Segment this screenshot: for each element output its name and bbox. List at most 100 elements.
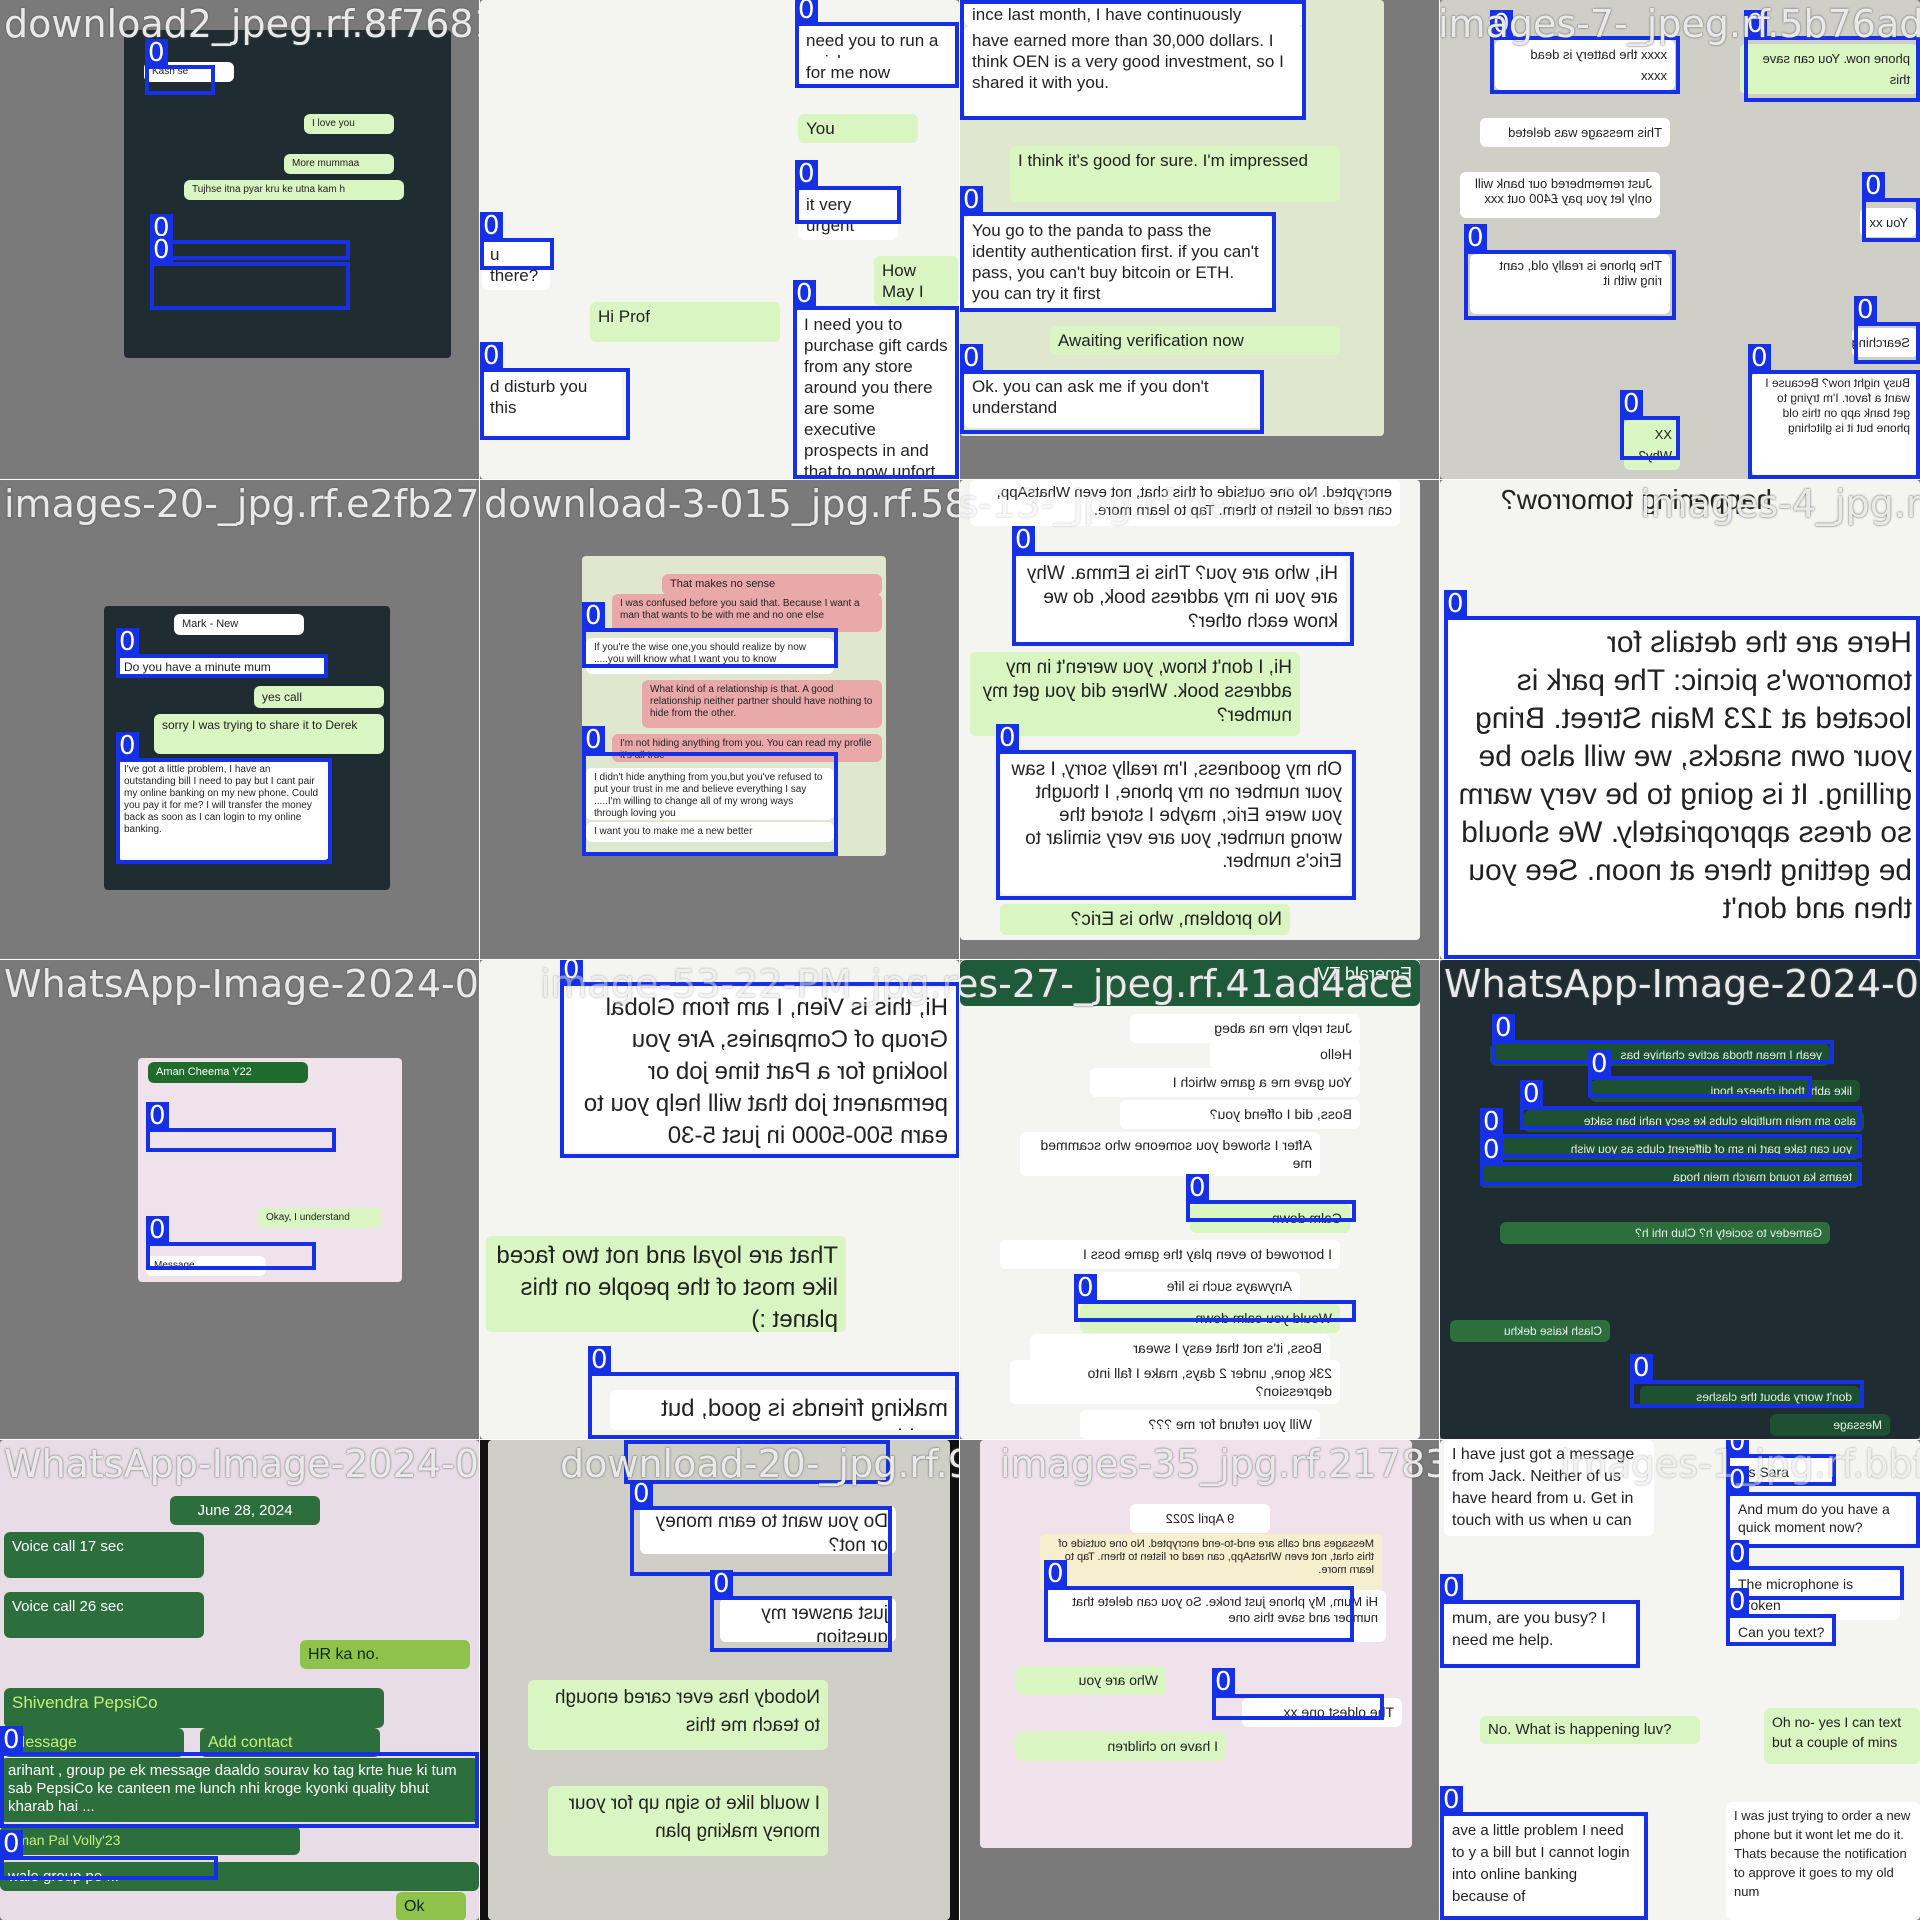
tile-filename: images-1_jpg.rf.bbf1696 xyxy=(1560,1442,1920,1486)
chat-bubble: How May I xyxy=(874,256,958,306)
chat-bubble: I would like to sign up for your money m… xyxy=(548,1786,828,1856)
mosaic-tile: encrypted. No one outside of this chat, … xyxy=(959,479,1440,960)
chat-bubble: Oh no- yes I can text but a couple of mi… xyxy=(1764,1708,1920,1764)
chat-bubble: Ok xyxy=(396,1892,466,1920)
chat-bubble: I was confused before you said that. Bec… xyxy=(612,594,882,632)
chat-bubble: More mummaa xyxy=(284,154,394,174)
chat-bubble: I love you xyxy=(304,114,394,134)
tile-filename: images-7-_jpeg.rf.5b76adf0e067680 xyxy=(1440,2,1920,46)
mosaic-tile: Do you want to earn money or not? just a… xyxy=(479,1439,960,1920)
tile-filename: image-53-22-PM_jpg.rf.52e80f92 xyxy=(540,962,959,1006)
detection-box: 0 xyxy=(793,280,959,479)
chat-screenshot: June 28, 2024 Voice call 17 sec Voice ca… xyxy=(0,1440,479,1920)
chat-bubble: Boss, it's not that easy I swear xyxy=(1030,1334,1330,1363)
detection-box: 0 xyxy=(1492,1014,1834,1064)
detection-box: 0 xyxy=(1044,1560,1354,1642)
tile-filename: WhatsApp-Image-2024-07-0 xyxy=(1444,962,1920,1006)
detection-box: 0 xyxy=(1726,1588,1836,1646)
mosaic-tile: need you to run a quick for me now You i… xyxy=(479,0,960,480)
chat-bubble: Messages and calls are end-to-end encryp… xyxy=(1040,1534,1382,1592)
detection-box: 0 xyxy=(960,0,1306,120)
chat-bubble: Just remembered our bank will only let y… xyxy=(1460,172,1660,218)
tile-filename: download-3-015_jpg.rf.58bbee2 xyxy=(484,482,959,526)
tile-filename: WhatsApp-Image-2024-07-0 xyxy=(4,962,479,1006)
mosaic-tile: xxxx the battery is dead xxxx phone now.… xyxy=(1439,0,1920,480)
detection-box: 0 xyxy=(150,214,350,260)
chat-bubble: Nobody has ever cared enough to teach me… xyxy=(528,1680,828,1750)
detection-box: 0 xyxy=(588,1346,959,1439)
chat-bubble: Hi, I don't know, you weren't in my addr… xyxy=(970,652,1300,736)
chat-bubble: Who are you xyxy=(1016,1666,1166,1695)
detection-box: 0 xyxy=(1480,1136,1862,1186)
detection-box: 0 xyxy=(582,602,838,668)
detection-box: 0 xyxy=(146,1216,316,1270)
detection-box: 0 xyxy=(1520,1080,1862,1130)
chat-bubble: Shivendra PepsiCo xyxy=(4,1688,384,1728)
mosaic-tile: download2_jpeg.rf.8f768108f Kash se I lo… xyxy=(0,0,480,480)
detection-box: 0 xyxy=(710,1570,892,1652)
detection-box: 0 xyxy=(582,726,838,856)
detection-box: 0 xyxy=(1212,1668,1384,1720)
chat-bubble: Will you refund for me ??? xyxy=(1080,1410,1320,1439)
detection-box: 0 xyxy=(1012,526,1354,646)
detection-box: 0 xyxy=(1440,1574,1640,1668)
chat-bubble: I borrowed to even play the game boss I xyxy=(1000,1240,1340,1269)
detection-box: 0 xyxy=(116,628,328,678)
detection-box: 0 xyxy=(1444,590,1920,959)
chat-bubble: You gave me a game which I xyxy=(1090,1068,1360,1097)
mosaic-tile: I have just got a message from Jack. Nei… xyxy=(1439,1439,1920,1920)
chat-bubble: Voice call 26 sec xyxy=(4,1592,204,1638)
mosaic-tile: happening tomorrow? Here are the details… xyxy=(1439,479,1920,960)
detection-box: 0 xyxy=(145,39,215,95)
detection-box: 0 xyxy=(116,732,332,864)
mosaic-tile: WhatsApp-Image-2024-07-0 Aman Cheema Y22… xyxy=(0,959,480,1440)
detection-box: 0 xyxy=(795,160,901,224)
detection-box: 0 xyxy=(1186,1174,1356,1222)
chat-bubble: Mark - New xyxy=(174,614,304,635)
chat-bubble: Aman Pal Volly'23 xyxy=(0,1826,300,1855)
mosaic-tile: ince last month, I have continuously hav… xyxy=(959,0,1440,480)
chat-bubble: I think it's good for sure. I'm impresse… xyxy=(1010,146,1340,202)
chat-bubble: 9 April 2022 xyxy=(1130,1504,1270,1533)
chat-bubble: Clash kaise dekhu xyxy=(1450,1320,1610,1342)
chat-bubble: Voice call 17 sec xyxy=(4,1532,204,1578)
detection-box: 0 xyxy=(1440,1786,1648,1920)
detection-box: 0 xyxy=(960,344,1264,434)
chat-bubble: 23k gone, under 2 days, make I fall into… xyxy=(1010,1360,1340,1404)
chat-bubble: After I showed you someone who scammed m… xyxy=(1020,1132,1320,1176)
detection-box: 0 xyxy=(0,1830,218,1880)
tile-filename: WhatsApp-Image-2024-07-0 xyxy=(4,1442,479,1486)
mosaic-tile: Hi, this is Vien, I am from Global Group… xyxy=(479,959,960,1440)
chat-bubble: Message xyxy=(1770,1414,1890,1436)
chat-bubble: You xyxy=(798,114,918,143)
chat-bubble: June 28, 2024 xyxy=(170,1496,320,1525)
detection-mosaic: download2_jpeg.rf.8f768108f Kash se I lo… xyxy=(0,0,1920,1920)
detection-box: 0 xyxy=(146,1102,336,1152)
chat-bubble: Hi Prof xyxy=(590,302,780,342)
tile-filename: images-4_jpg.rf.252cd6b90 xyxy=(1640,482,1920,526)
detection-box: 0 xyxy=(630,1480,892,1576)
detection-box: 0 xyxy=(1862,172,1920,242)
detection-box: 0 xyxy=(560,960,959,1158)
chat-bubble: That makes no sense xyxy=(662,574,882,595)
chat-bubble: What kind of a relationship is that. A g… xyxy=(642,680,882,728)
detection-box: 0 xyxy=(480,342,630,440)
detection-box: 0 xyxy=(1854,296,1920,364)
mosaic-tile: June 28, 2024 Voice call 17 sec Voice ca… xyxy=(0,1439,480,1920)
chat-bubble: Tujhse itna pyar kru ke utna kam h xyxy=(184,180,404,200)
chat-bubble: No. What is happening luv? xyxy=(1480,1716,1700,1744)
detection-box: 0 xyxy=(1726,1540,1904,1600)
chat-bubble: yes call xyxy=(254,686,384,708)
chat-bubble: Just reply me na abeg xyxy=(1130,1014,1360,1043)
detection-box: 0 xyxy=(480,212,554,270)
chat-bubble: I have no children xyxy=(1016,1732,1226,1761)
tile-filename: images-35_jpg.rf.21783a80 xyxy=(1000,1442,1439,1486)
mosaic-tile: download-3-015_jpg.rf.58bbee2 That makes… xyxy=(479,479,960,960)
tile-filename: images-27-_jpeg.rf.41ad4ace xyxy=(960,962,1414,1006)
chat-bubble: That are loyal and not two faced like mo… xyxy=(486,1236,846,1332)
detection-box: 0 xyxy=(0,1726,479,1828)
chat-bubble: Okay, I understand xyxy=(258,1208,382,1228)
chat-bubble: No problem, who is Eric? xyxy=(1000,904,1290,935)
detection-box: 0 xyxy=(150,236,350,310)
mosaic-tile: images-20-_jpg.rf.e2fb271759 Mark - New … xyxy=(0,479,480,960)
